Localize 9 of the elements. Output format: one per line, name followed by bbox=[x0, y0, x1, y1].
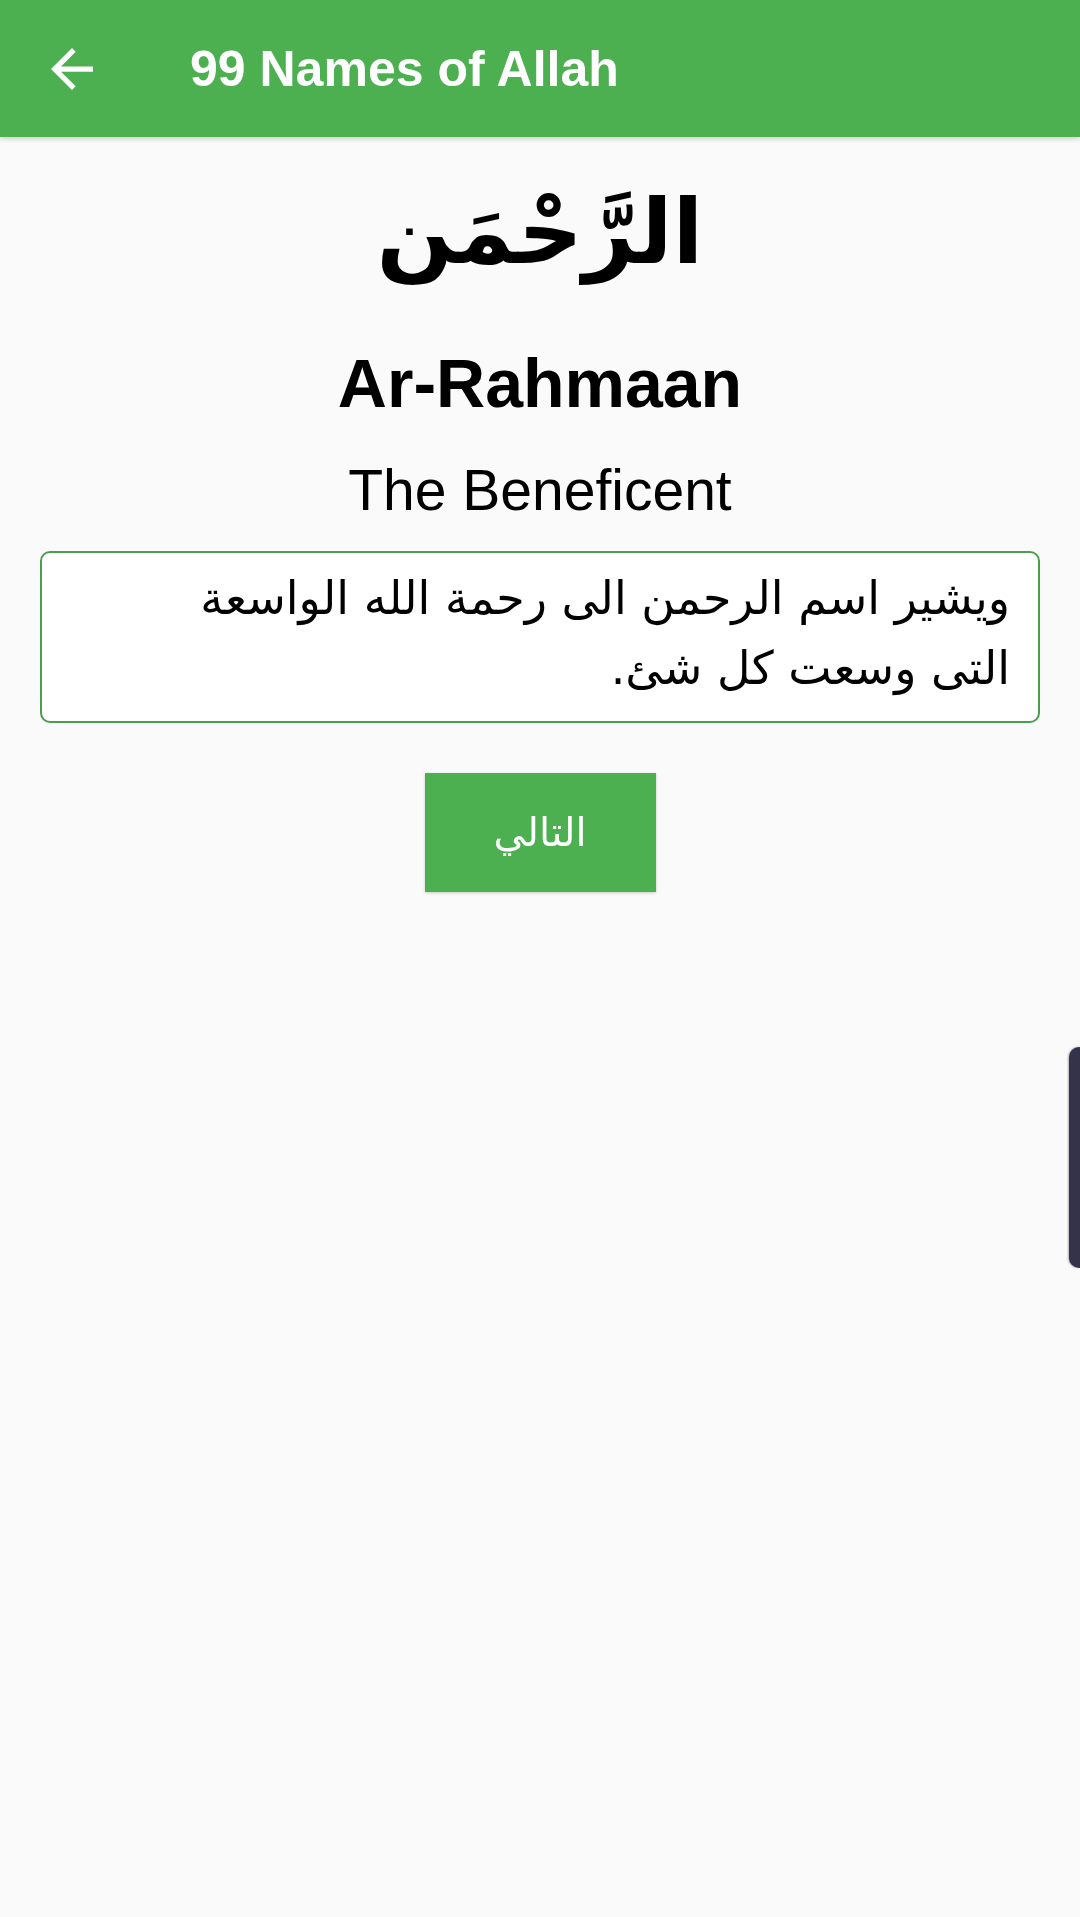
transliteration: Ar-Rahmaan bbox=[337, 344, 743, 423]
app-title: 99 Names of Allah bbox=[190, 39, 619, 99]
back-button[interactable] bbox=[51, 47, 93, 90]
back-arrow-icon bbox=[51, 47, 93, 90]
edge-panel-handle[interactable] bbox=[1069, 1047, 1080, 1268]
meaning-text: The Beneficent bbox=[348, 456, 732, 524]
next-button[interactable]: التالي bbox=[424, 773, 656, 892]
description-box: ويشير اسم الرحمن الى رحمة الله الواسعة التى وسعت كل شئ. bbox=[40, 551, 1040, 723]
arabic-name: الرَّحْمَن bbox=[376, 178, 704, 287]
